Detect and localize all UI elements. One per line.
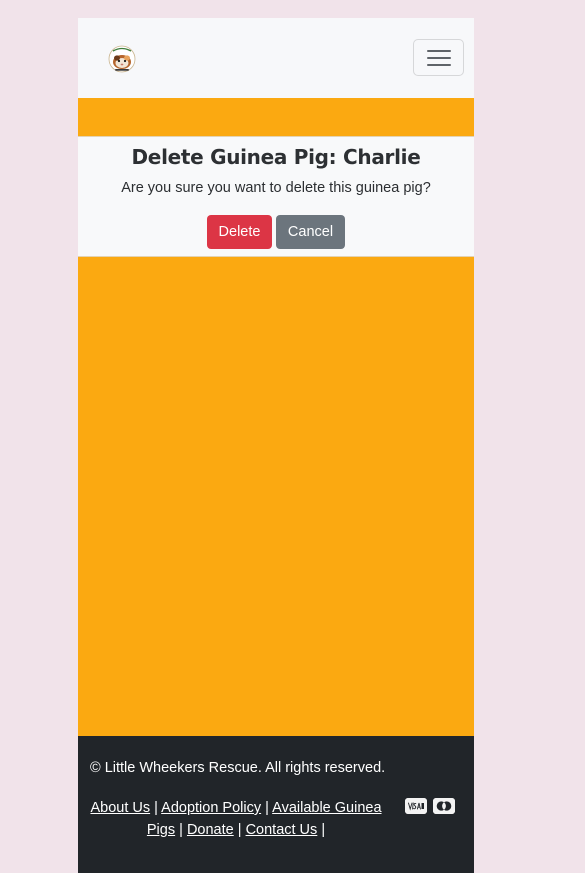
footer-link-about-us[interactable]: About Us [90, 800, 150, 816]
dialog-message: Are you sure you want to delete this gui… [121, 180, 431, 196]
copyright-text: © Little Wheekers Rescue. All rights res… [90, 760, 386, 776]
link-separator: | [321, 822, 326, 838]
link-separator: | [237, 822, 242, 838]
navbar-toggler-button[interactable] [413, 39, 464, 76]
delete-button[interactable]: Delete [207, 215, 272, 249]
delete-confirmation-card: Delete Guinea Pig: Charlie Are you sure … [78, 136, 474, 257]
navbar [78, 18, 474, 98]
footer-links: About Us | Adoption Policy | Available G… [86, 797, 386, 841]
link-separator: | [179, 822, 183, 838]
link-separator: | [154, 800, 158, 816]
link-separator: | [265, 800, 269, 816]
page-container: Delete Guinea Pig: Charlie Are you sure … [78, 18, 474, 873]
dialog-title: Delete Guinea Pig: Charlie [131, 145, 421, 169]
footer-link-donate[interactable]: Donate [187, 822, 234, 838]
footer-link-contact-us[interactable]: Contact Us [246, 822, 318, 838]
footer-link-adoption-policy[interactable]: Adoption Policy [161, 800, 261, 816]
mastercard-icon [433, 798, 455, 814]
footer: © Little Wheekers Rescue. All rights res… [78, 736, 474, 873]
guinea-pig-logo-icon[interactable] [108, 45, 136, 73]
cancel-button[interactable]: Cancel [276, 215, 345, 249]
visa-icon [405, 798, 427, 814]
